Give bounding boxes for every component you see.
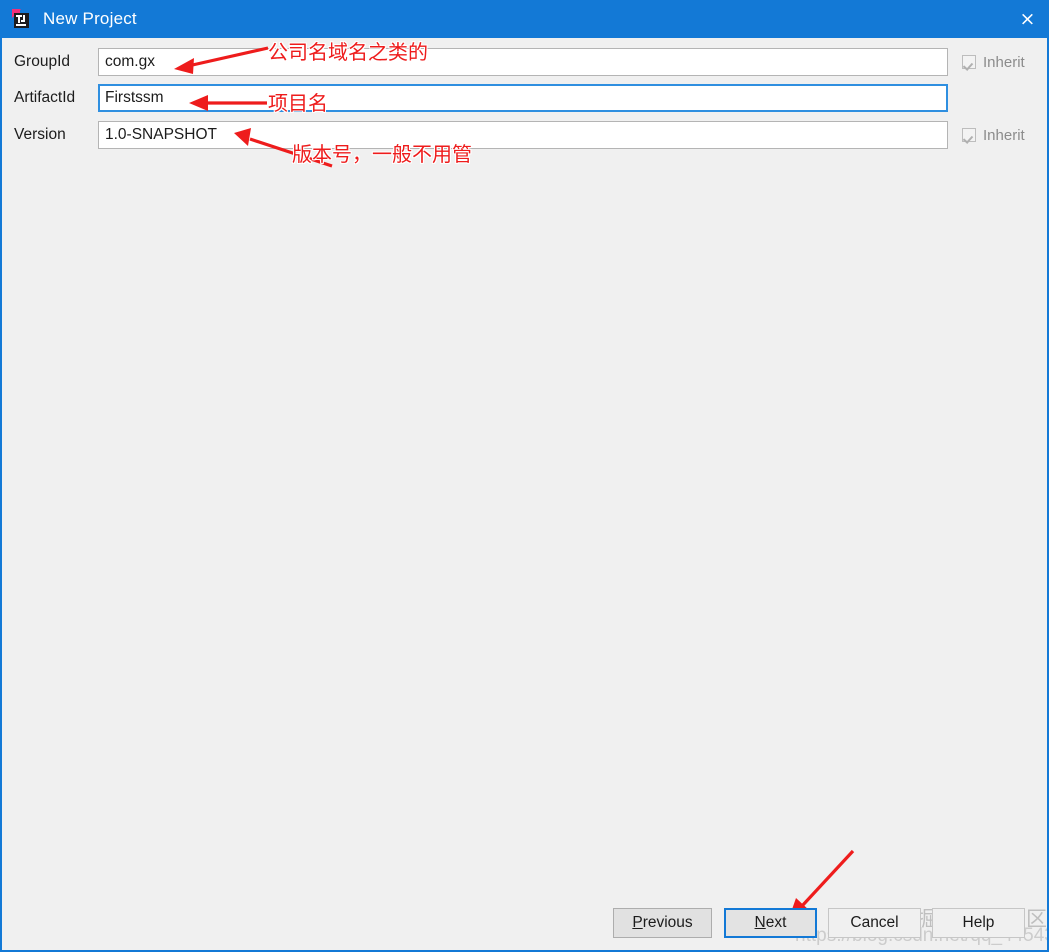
groupid-inherit-checkbox[interactable]: Inherit <box>962 54 1025 71</box>
intellij-idea-icon <box>11 8 33 30</box>
groupid-label: GroupId <box>14 53 98 71</box>
previous-button[interactable]: Previous <box>613 908 712 938</box>
previous-button-label: revious <box>643 914 693 931</box>
checkbox-checked-icon <box>962 128 976 142</box>
artifactid-label: ArtifactId <box>14 89 98 107</box>
dialog-button-bar: Previous Next Cancel Help <box>2 904 1047 944</box>
checkbox-checked-icon <box>962 55 976 69</box>
cancel-button[interactable]: Cancel <box>828 908 921 938</box>
new-project-dialog: New Project × GroupId Inherit ArtifactId… <box>0 0 1049 952</box>
window-title: New Project <box>43 9 137 29</box>
groupid-inherit-label: Inherit <box>983 54 1025 71</box>
version-inherit-label: Inherit <box>983 127 1025 144</box>
next-button-mnemonic: N <box>755 914 766 931</box>
version-label: Version <box>14 126 98 144</box>
annotation-version: 版本号，一般不用管 <box>292 138 472 167</box>
form-row-groupid: GroupId Inherit <box>2 47 1047 77</box>
groupid-field[interactable] <box>98 48 948 76</box>
close-icon[interactable]: × <box>1004 0 1049 38</box>
annotation-artifactid: 项目名 <box>268 87 328 116</box>
form-row-artifactid: ArtifactId <box>2 83 1047 113</box>
help-button[interactable]: Help <box>932 908 1025 938</box>
annotation-groupid: 公司名域名之类的 <box>268 36 428 65</box>
next-button-label: ext <box>766 914 787 931</box>
version-field[interactable] <box>98 121 948 149</box>
next-button[interactable]: Next <box>724 908 817 938</box>
version-inherit-checkbox[interactable]: Inherit <box>962 127 1025 144</box>
form-row-version: Version Inherit <box>2 120 1047 150</box>
previous-button-mnemonic: P <box>632 914 642 931</box>
title-bar: New Project × <box>2 0 1049 38</box>
artifactid-field[interactable] <box>98 84 948 112</box>
